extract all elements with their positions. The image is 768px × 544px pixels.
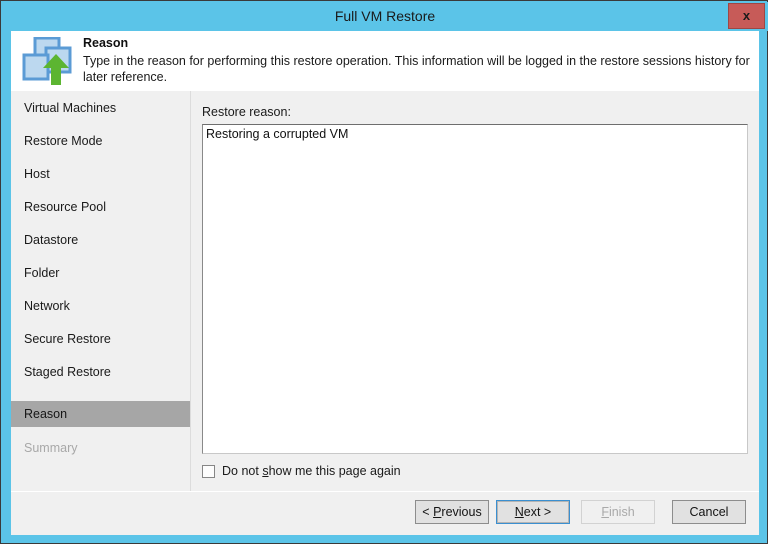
- wizard-step-list: Virtual Machines Restore Mode Host Resou…: [11, 91, 191, 491]
- sidebar-item-host[interactable]: Host: [11, 161, 190, 187]
- page-description: Type in the reason for performing this r…: [83, 54, 750, 84]
- finish-accelerator: F: [601, 505, 609, 519]
- title-bar: Full VM Restore x: [2, 2, 768, 31]
- page-title: Reason: [83, 36, 129, 50]
- sidebar-item-virtual-machines[interactable]: Virtual Machines: [11, 95, 190, 121]
- dialog-header: Reason Type in the reason for performing…: [11, 31, 759, 91]
- vm-restore-icon: [21, 36, 77, 87]
- sidebar-item-folder[interactable]: Folder: [11, 260, 190, 286]
- previous-suffix: revious: [441, 505, 482, 519]
- previous-prefix: <: [422, 505, 434, 519]
- content-pane: Restore reason: Do not show me this page…: [192, 91, 759, 491]
- sidebar-item-restore-mode[interactable]: Restore Mode: [11, 128, 190, 154]
- label-part-after: how me this page again: [268, 464, 401, 478]
- close-button[interactable]: x: [728, 3, 765, 29]
- finish-button: Finish: [581, 500, 655, 524]
- previous-button[interactable]: < Previous: [415, 500, 489, 524]
- window-title: Full VM Restore: [334, 8, 436, 24]
- sidebar-item-secure-restore[interactable]: Secure Restore: [11, 326, 190, 352]
- sidebar-item-network[interactable]: Network: [11, 293, 190, 319]
- dialog-footer: < Previous Next > Finish Cancel: [11, 491, 759, 535]
- next-accelerator: N: [514, 505, 524, 519]
- cancel-suffix: Cancel: [689, 505, 729, 519]
- sidebar-item-summary: Summary: [24, 441, 78, 455]
- next-suffix: ext >: [523, 505, 552, 519]
- close-icon: x: [742, 8, 751, 23]
- dialog-window: Full VM Restore x Reason Type in the rea…: [0, 0, 768, 544]
- label-part-before: Do not: [222, 464, 263, 478]
- do-not-show-label: Do not show me this page again: [222, 464, 401, 478]
- restore-reason-input[interactable]: [202, 124, 748, 454]
- sidebar-item-resource-pool[interactable]: Resource Pool: [11, 194, 190, 220]
- sidebar-item-reason[interactable]: Reason: [11, 401, 190, 427]
- restore-reason-label: Restore reason:: [202, 105, 291, 119]
- finish-suffix: inish: [608, 505, 635, 519]
- sidebar-item-staged-restore[interactable]: Staged Restore: [11, 359, 190, 385]
- header-text-block: Reason Type in the reason for performing…: [83, 35, 751, 85]
- do-not-show-checkbox-row[interactable]: Do not show me this page again: [202, 461, 401, 481]
- cancel-button[interactable]: Cancel: [672, 500, 746, 524]
- dialog-body: Virtual Machines Restore Mode Host Resou…: [11, 91, 759, 491]
- do-not-show-checkbox[interactable]: [202, 464, 215, 478]
- sidebar-item-datastore[interactable]: Datastore: [11, 227, 190, 253]
- next-button[interactable]: Next >: [496, 500, 570, 524]
